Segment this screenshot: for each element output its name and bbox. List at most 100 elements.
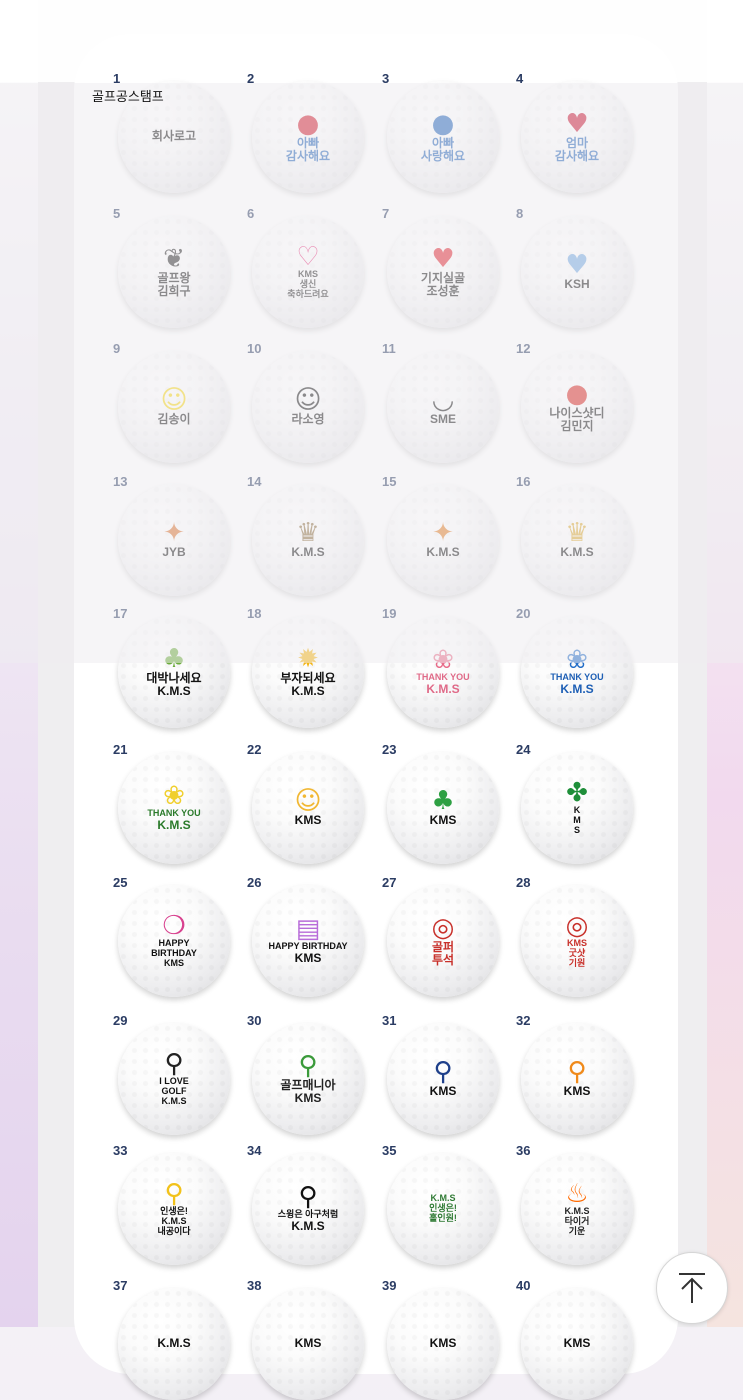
blue-flower-icon: ❀ xyxy=(566,645,588,676)
golf-ball-option-15[interactable]: ✦ K.M.S xyxy=(387,484,499,596)
golf-ball-option-27[interactable]: ◎ 골퍼 투석 xyxy=(387,885,499,997)
ball-text: K.M.S xyxy=(157,684,191,698)
ball-text: K.M.S xyxy=(426,545,460,560)
golf-ball-option-35[interactable]: K.M.S 인생은! 홀인원! xyxy=(387,1153,499,1265)
ball-text: K.M.S xyxy=(560,545,594,560)
golf-ball-option-20[interactable]: ❀ THANK YOU K.M.S xyxy=(521,616,633,728)
golf-ball-option-39[interactable]: KMS xyxy=(387,1288,499,1400)
blue-golfer-icon: ⚲ xyxy=(433,1057,453,1088)
ball-design: KMS xyxy=(521,1288,633,1400)
ball-text: 사랑해요 xyxy=(420,149,466,163)
golf-ball-option-14[interactable]: ♛ K.M.S xyxy=(252,484,364,596)
heart-sunglasses-icon: ♥ xyxy=(431,243,455,274)
colorful-tiger-icon: ✦ xyxy=(163,518,185,549)
ball-text: 회사로고 xyxy=(151,129,197,144)
golf-ball-option-34[interactable]: ⚲ 스윙은 아구처럼 K.M.S xyxy=(252,1153,364,1265)
golf-ball-option-2[interactable]: ● 아빠 감사해요 xyxy=(252,81,364,193)
ball-text: K.M.S xyxy=(291,684,325,698)
golf-ball-option-31[interactable]: ⚲ KMS xyxy=(387,1023,499,1135)
golf-ball-option-36[interactable]: ♨ K.M.S 타이거 기운 xyxy=(521,1153,633,1265)
golf-ball-option-25[interactable]: ❍ HAPPY BIRTHDAY KMS xyxy=(118,885,230,997)
ball-design: ♨ K.M.S 타이거 기운 xyxy=(521,1153,633,1265)
ball-design: KMS xyxy=(252,1288,364,1400)
ball-design: ☺ KMS xyxy=(252,752,364,864)
golf-ball-option-24[interactable]: ✤ K M S xyxy=(521,752,633,864)
golf-ball-option-3[interactable]: ● 아빠 사랑해요 xyxy=(387,81,499,193)
crowned-tiger-icon: ♛ xyxy=(296,518,320,549)
tiger-face-icon: ✦ xyxy=(432,518,454,549)
blue-rose-icon: ● xyxy=(431,108,455,139)
golf-ball-option-37[interactable]: K.M.S xyxy=(118,1288,230,1400)
golf-ball-option-4[interactable]: ♥ 엄마 감사해요 xyxy=(521,81,633,193)
ball-text: KMS xyxy=(294,1336,322,1351)
golf-ball-option-29[interactable]: ⚲ I LOVE GOLF K.M.S xyxy=(118,1023,230,1135)
ball-text: K.M.S xyxy=(157,818,191,833)
ball-design: ♛ K.M.S xyxy=(521,484,633,596)
golf-ball-option-18[interactable]: ✹ 부자되세요 K.M.S xyxy=(252,616,364,728)
ball-design: ♥ 엄마 감사해요 xyxy=(521,81,633,193)
ball-design: ● 나이스샷디 김민지 xyxy=(521,351,633,463)
ball-design: ◡ SME xyxy=(387,351,499,463)
ball-text: 축하드려요 xyxy=(287,288,329,299)
golf-ball-option-30[interactable]: ⚲ 골프매니아 KMS xyxy=(252,1023,364,1135)
ball-text: KSH xyxy=(564,277,590,292)
golf-ball-option-32[interactable]: ⚲ KMS xyxy=(521,1023,633,1135)
ball-design: ☺ 김송이 xyxy=(118,351,230,463)
ball-text: KMS xyxy=(563,1084,591,1099)
black-golfer-icon: ⚲ xyxy=(298,1182,318,1213)
ball-design: K.M.S xyxy=(118,1288,230,1400)
red-seal-icon: ◎ xyxy=(565,911,589,942)
ball-text: K.M.S xyxy=(161,1095,187,1106)
ball-design: ♣ 대박나세요 K.M.S xyxy=(118,616,230,728)
ball-text: KMS xyxy=(429,1336,457,1351)
woman-golfer-icon: ⚲ xyxy=(164,1049,184,1080)
fire-icon: ♨ xyxy=(565,1179,589,1210)
golf-ball-option-10[interactable]: ☺ 라소영 xyxy=(252,351,364,463)
golf-ball-option-11[interactable]: ◡ SME xyxy=(387,351,499,463)
ball-text: 감사해요 xyxy=(285,149,331,163)
golf-ball-option-7[interactable]: ♥ 기지실골 조성훈 xyxy=(387,216,499,328)
golf-ball-option-33[interactable]: ⚲ 인생은! K.M.S 내공이다 xyxy=(118,1153,230,1265)
golf-ball-option-22[interactable]: ☺ KMS xyxy=(252,752,364,864)
outline-smiley-icon: ☺ xyxy=(294,385,322,416)
ball-text: 기운 xyxy=(568,1225,586,1236)
golf-ball-option-21[interactable]: ❀ THANK YOU K.M.S xyxy=(118,752,230,864)
ball-text: 라소영 xyxy=(291,412,325,427)
golf-ball-option-17[interactable]: ♣ 대박나세요 K.M.S xyxy=(118,616,230,728)
golf-ball-option-19[interactable]: ❀ THANK YOU K.M.S xyxy=(387,616,499,728)
golf-ball-option-12[interactable]: ● 나이스샷디 김민지 xyxy=(521,351,633,463)
golf-ball-option-13[interactable]: ✦ JYB xyxy=(118,484,230,596)
ball-design: ☺ 라소영 xyxy=(252,351,364,463)
golf-ball-option-9[interactable]: ☺ 김송이 xyxy=(118,351,230,463)
scroll-to-top-button[interactable] xyxy=(656,1252,728,1324)
golf-ball-option-28[interactable]: ◎ KMS 굿샷 기원 xyxy=(521,885,633,997)
ball-design: ✹ 부자되세요 K.M.S xyxy=(252,616,364,728)
golf-ball-option-40[interactable]: KMS xyxy=(521,1288,633,1400)
ball-text: S xyxy=(573,824,580,835)
golf-ball-option-26[interactable]: ▤ HAPPY BIRTHDAY KMS xyxy=(252,885,364,997)
laurel-wreath-icon: ❦ xyxy=(163,243,185,274)
ball-design: ❍ HAPPY BIRTHDAY KMS xyxy=(118,885,230,997)
ball-text: K.M.S xyxy=(157,1336,191,1351)
ball-text: 조성훈 xyxy=(426,284,460,298)
ball-text: KMS xyxy=(429,813,457,828)
green-golfer-icon: ⚲ xyxy=(298,1050,318,1081)
golf-ball-option-16[interactable]: ♛ K.M.S xyxy=(521,484,633,596)
money-tree-icon: ♣ xyxy=(162,643,186,674)
clover-golfer-icon: ☺ xyxy=(294,786,322,817)
red-rose-icon: ● xyxy=(296,108,320,139)
ball-text: KMS xyxy=(294,1091,322,1105)
ball-text: 내공이다 xyxy=(157,1225,191,1236)
golf-ball-option-8[interactable]: ♥ KSH xyxy=(521,216,633,328)
ball-text: K.M.S xyxy=(291,1219,325,1234)
ball-design: ⚲ 인생은! K.M.S 내공이다 xyxy=(118,1153,230,1265)
golf-ball-option-5[interactable]: ❦ 골프왕 김희구 xyxy=(118,216,230,328)
golf-ball-option-23[interactable]: ♣ KMS xyxy=(387,752,499,864)
golf-ball-option-6[interactable]: ♡ KMS 생신 축하드려요 xyxy=(252,216,364,328)
ball-text: 김희구 xyxy=(157,284,191,298)
yellow-roses-icon: ❀ xyxy=(163,781,185,812)
page-title: 골프공스탬프 xyxy=(92,89,164,104)
golf-ball-option-38[interactable]: KMS xyxy=(252,1288,364,1400)
ball-text: K.M.S xyxy=(426,682,460,697)
ball-design: ❀ THANK YOU K.M.S xyxy=(387,616,499,728)
